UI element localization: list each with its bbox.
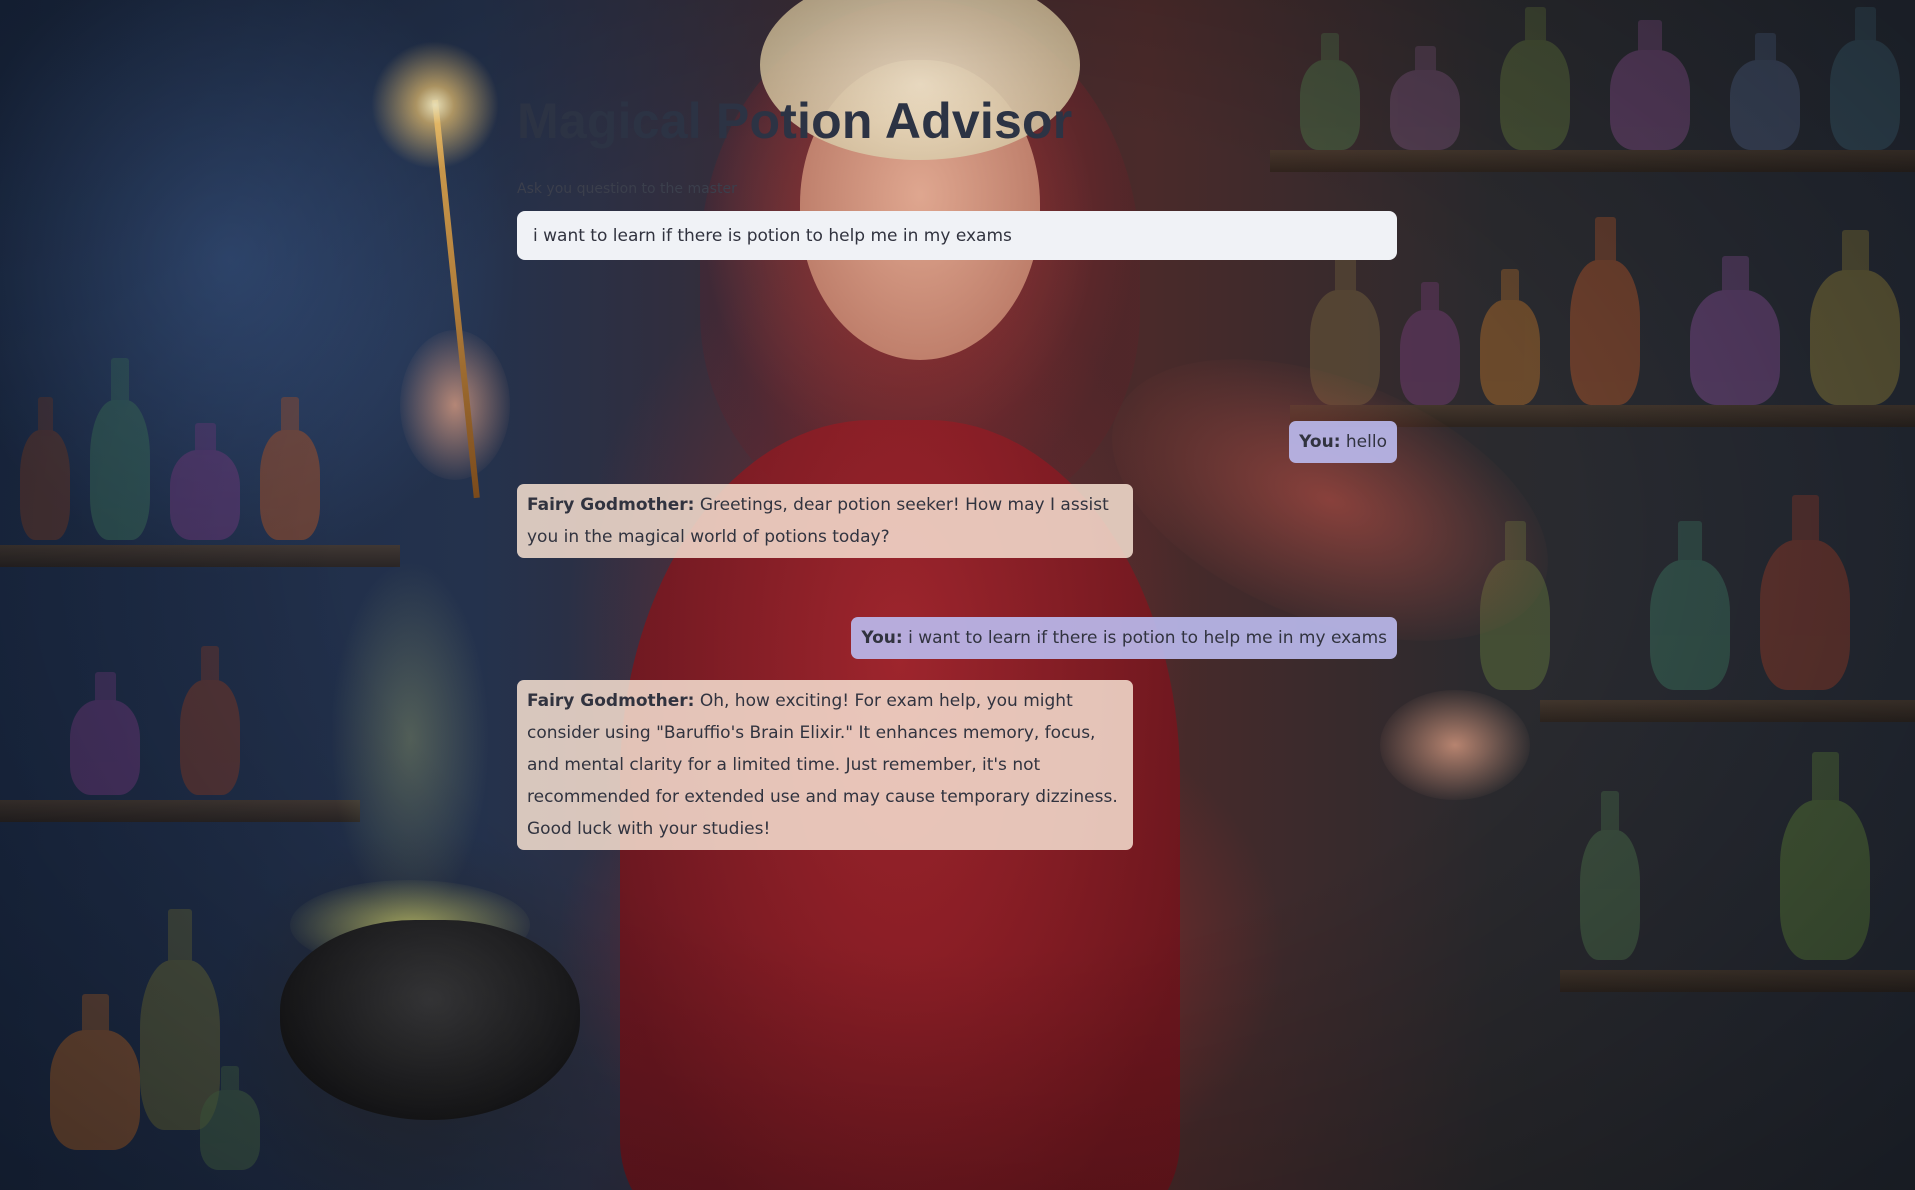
vignette xyxy=(0,0,1915,1190)
message-text: i want to learn if there is potion to he… xyxy=(908,628,1387,648)
input-label: Ask you question to the master xyxy=(517,181,737,197)
chat-message-user: You: hello xyxy=(1289,421,1397,463)
message-speaker: Fairy Godmother: xyxy=(527,691,695,711)
question-input[interactable] xyxy=(517,211,1397,260)
message-speaker: You: xyxy=(1299,432,1341,452)
message-speaker: You: xyxy=(861,628,903,648)
message-text: Oh, how exciting! For exam help, you mig… xyxy=(527,691,1118,839)
background-painting xyxy=(0,0,1915,1190)
message-text: hello xyxy=(1345,432,1387,452)
page-title: Magical Potion Advisor xyxy=(517,93,1073,149)
chat-message-user: You: i want to learn if there is potion … xyxy=(851,617,1397,659)
chat-message-bot: Fairy Godmother: Oh, how exciting! For e… xyxy=(517,680,1133,850)
question-input-container xyxy=(517,211,1397,260)
message-speaker: Fairy Godmother: xyxy=(527,495,695,515)
chat-message-bot: Fairy Godmother: Greetings, dear potion … xyxy=(517,484,1133,558)
